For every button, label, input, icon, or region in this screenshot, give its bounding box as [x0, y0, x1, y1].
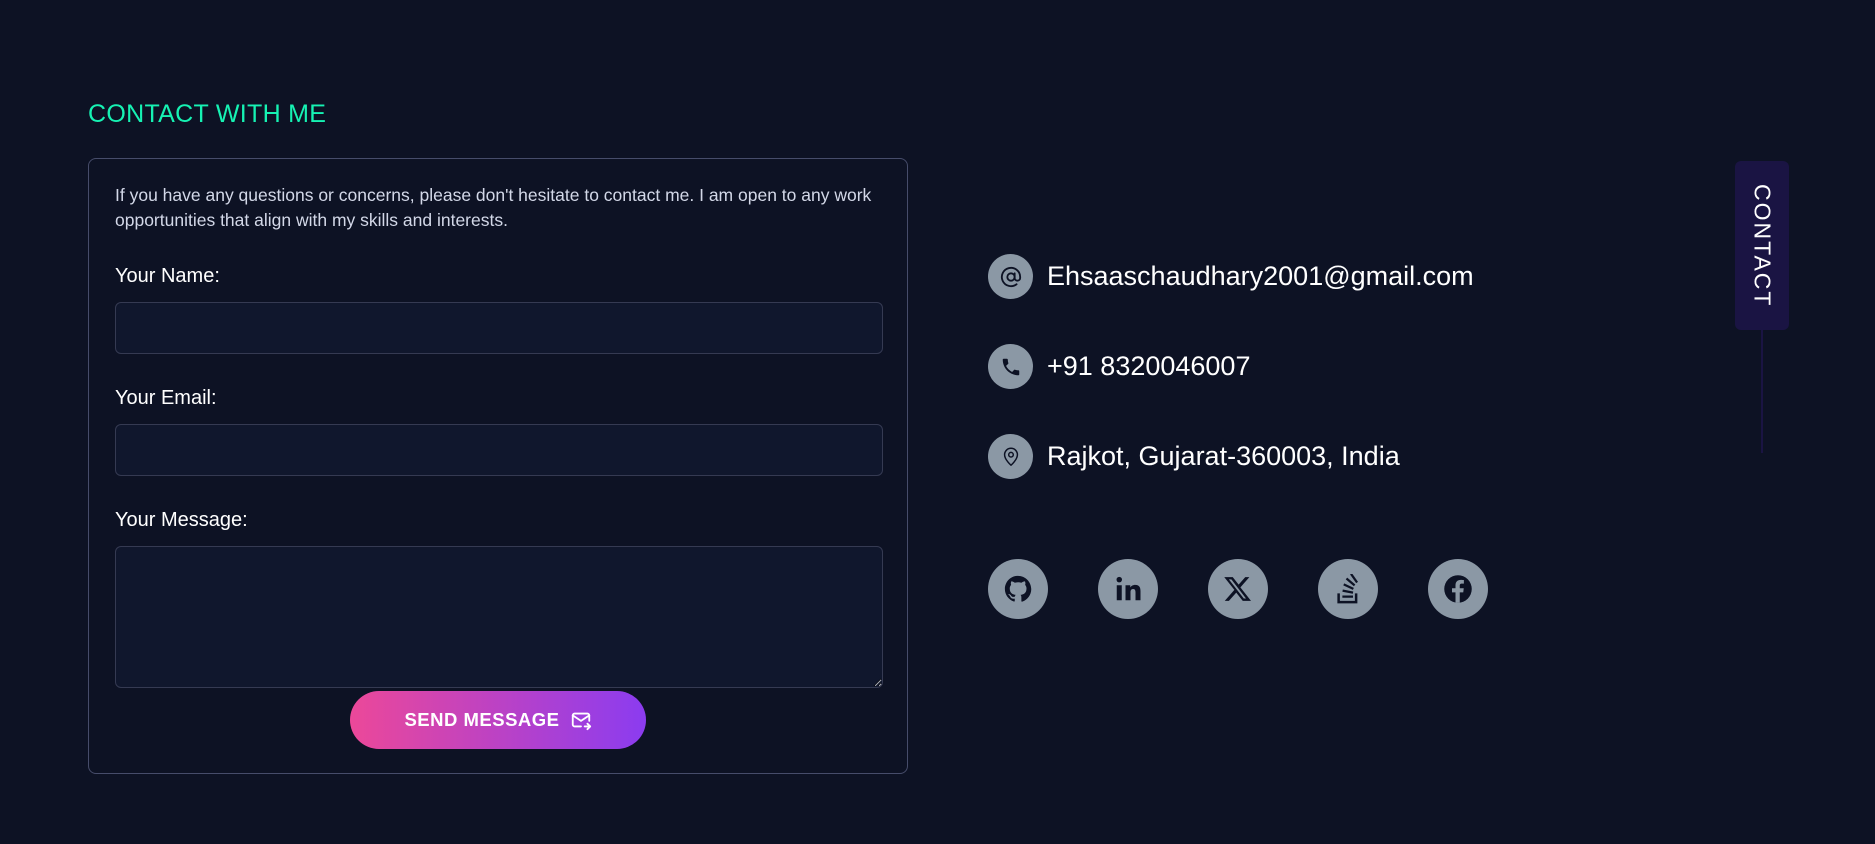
section-title: CONTACT WITH ME [88, 100, 327, 128]
email-label: Your Email: [115, 387, 217, 409]
email-input[interactable] [115, 424, 883, 476]
x-twitter-link[interactable] [1208, 559, 1268, 619]
phone-icon [988, 344, 1033, 389]
email-contact-row[interactable]: Ehsaaschaudhary2001@gmail.com [988, 254, 1474, 299]
stackoverflow-icon [1337, 574, 1359, 604]
contact-form: If you have any questions or concerns, p… [88, 158, 908, 774]
social-links [988, 559, 1488, 619]
phone-contact-row[interactable]: +91 8320046007 [988, 344, 1250, 389]
name-input[interactable] [115, 302, 883, 354]
github-link[interactable] [988, 559, 1048, 619]
github-icon [1004, 575, 1032, 602]
send-message-button[interactable]: SEND MESSAGE [350, 691, 646, 749]
linkedin-icon [1116, 576, 1141, 601]
side-tab-divider [1761, 330, 1763, 453]
side-tab-label: CONTACT [1749, 183, 1776, 308]
location-text: Rajkot, Gujarat-360003, India [1047, 441, 1400, 471]
stackoverflow-link[interactable] [1318, 559, 1378, 619]
location-pin-icon [988, 434, 1033, 479]
facebook-link[interactable] [1428, 559, 1488, 619]
message-label: Your Message: [115, 509, 248, 531]
send-message-label: SEND MESSAGE [404, 709, 560, 730]
facebook-icon [1444, 575, 1472, 603]
at-sign-icon [988, 254, 1033, 299]
linkedin-link[interactable] [1098, 559, 1158, 619]
phone-number-text: +91 8320046007 [1047, 351, 1251, 381]
mail-send-icon [571, 712, 591, 731]
name-label: Your Name: [115, 265, 220, 287]
x-twitter-icon [1224, 577, 1251, 601]
email-address-text: Ehsaaschaudhary2001@gmail.com [1047, 261, 1474, 291]
location-contact-row: Rajkot, Gujarat-360003, India [988, 434, 1400, 479]
side-contact-tab: CONTACT [1735, 161, 1789, 330]
form-intro-text: If you have any questions or concerns, p… [115, 185, 872, 230]
contact-section: CONTACT WITH ME If you have any question… [0, 0, 1875, 844]
message-textarea[interactable] [115, 546, 883, 688]
